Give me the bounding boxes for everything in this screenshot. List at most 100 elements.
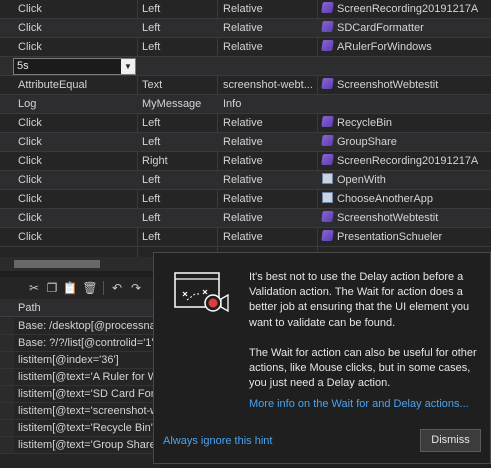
path-text: listitem[@text='Recycle Bin'] bbox=[18, 422, 156, 434]
action-type-cell[interactable]: Log bbox=[0, 95, 137, 113]
action-row[interactable]: Click Left Relative ScreenshotWebtestit bbox=[0, 209, 491, 228]
action-arg-cell[interactable]: Left bbox=[137, 114, 217, 132]
action-arg-cell[interactable]: Right bbox=[137, 152, 217, 170]
action-type-cell[interactable]: Click bbox=[0, 209, 137, 227]
action-target-cell[interactable]: PresentationSchueler bbox=[317, 228, 491, 246]
wait-for-illustration-icon bbox=[174, 272, 229, 313]
action-row[interactable]: Click Left Relative ARulerForWindows bbox=[0, 38, 491, 57]
target-label: ScreenshotWebtestit bbox=[337, 79, 439, 91]
path-text: listitem[@text='SD Card Form bbox=[18, 388, 160, 400]
action-type-cell[interactable]: Click bbox=[0, 19, 137, 37]
action-target-cell[interactable]: ScreenRecording20191217A bbox=[317, 152, 491, 170]
action-mode-cell[interactable]: Relative bbox=[217, 133, 317, 151]
action-mode-cell[interactable]: Relative bbox=[217, 19, 317, 37]
row-gutter bbox=[0, 369, 14, 385]
action-row[interactable]: Click Left Relative OpenWith bbox=[0, 171, 491, 190]
action-row[interactable]: Log MyMessage Info bbox=[0, 95, 491, 114]
action-mode-cell[interactable]: Relative bbox=[217, 209, 317, 227]
action-target-cell[interactable]: SDCardFormatter bbox=[317, 19, 491, 37]
action-mode-cell[interactable]: screenshot-webt... bbox=[217, 76, 317, 94]
path-row[interactable]: Base: /desktop[@processname bbox=[0, 318, 160, 335]
path-row[interactable]: listitem[@text='SD Card Form bbox=[0, 386, 160, 403]
action-arg-cell[interactable]: Left bbox=[137, 0, 217, 18]
scrollbar-thumb[interactable] bbox=[14, 260, 100, 268]
action-target-cell[interactable]: ChooseAnotherApp bbox=[317, 190, 491, 208]
delete-icon[interactable]: 🗑 bbox=[82, 280, 98, 296]
target-label: RecycleBin bbox=[337, 117, 393, 129]
action-target-cell[interactable] bbox=[317, 95, 491, 113]
path-column-header[interactable]: Path bbox=[18, 299, 41, 317]
action-arg-cell[interactable]: MyMessage bbox=[137, 95, 217, 113]
target-label: GroupShare bbox=[337, 136, 397, 148]
action-arg-cell[interactable]: Left bbox=[137, 190, 217, 208]
action-row[interactable]: Click Left Relative GroupShare bbox=[0, 133, 491, 152]
cut-icon[interactable]: ✂ bbox=[26, 280, 42, 296]
action-target-cell[interactable]: RecycleBin bbox=[317, 114, 491, 132]
path-text: Base: ?/?/list[@controlid='1'] bbox=[18, 337, 157, 349]
action-type-cell[interactable]: AttributeEqual bbox=[0, 76, 137, 94]
always-ignore-hint-link[interactable]: Always ignore this hint bbox=[163, 435, 272, 447]
path-table-header: Path bbox=[0, 299, 160, 317]
action-type-cell[interactable]: Click bbox=[0, 114, 137, 132]
action-arg-cell[interactable]: Left bbox=[137, 228, 217, 246]
action-mode-cell[interactable]: Relative bbox=[217, 114, 317, 132]
more-info-link[interactable]: More info on the Wait for and Delay acti… bbox=[249, 398, 469, 410]
path-text: listitem[@index='36'] bbox=[18, 354, 119, 366]
path-row[interactable]: Base: ?/?/list[@controlid='1'] bbox=[0, 335, 160, 352]
action-type-cell[interactable]: Click bbox=[0, 38, 137, 56]
action-arg-cell[interactable]: Left bbox=[137, 19, 217, 37]
paste-icon[interactable]: 📋 bbox=[62, 280, 78, 296]
action-target-cell[interactable]: ScreenshotWebtestit bbox=[317, 209, 491, 227]
action-row[interactable]: Click Right Relative ScreenRecording2019121… bbox=[0, 152, 491, 171]
action-type-cell[interactable]: Click bbox=[0, 228, 137, 246]
dismiss-button[interactable]: Dismiss bbox=[420, 429, 481, 452]
action-row[interactable]: Click Left Relative ScreenRecording20191217… bbox=[0, 0, 491, 19]
action-row[interactable]: 5s ▼ bbox=[0, 57, 491, 76]
action-row[interactable]: Click Left Relative PresentationSchueler bbox=[0, 228, 491, 247]
action-type-cell[interactable]: Click bbox=[0, 133, 137, 151]
action-mode-cell[interactable]: Relative bbox=[217, 190, 317, 208]
action-target-cell[interactable]: ARulerForWindows bbox=[317, 38, 491, 56]
delay-duration-combobox[interactable]: 5s ▼ bbox=[13, 58, 136, 75]
path-row[interactable]: listitem[@text='Recycle Bin'] bbox=[0, 420, 160, 437]
action-mode-cell[interactable]: Relative bbox=[217, 228, 317, 246]
target-label: OpenWith bbox=[337, 174, 386, 186]
path-row[interactable]: listitem[@text='screenshot-w bbox=[0, 403, 160, 420]
action-type-cell[interactable]: Click bbox=[0, 190, 137, 208]
action-row[interactable]: Click Left Relative RecycleBin bbox=[0, 114, 491, 133]
action-mode-cell[interactable]: Info bbox=[217, 95, 317, 113]
action-type-cell[interactable]: Click bbox=[0, 152, 137, 170]
action-mode-cell[interactable]: Relative bbox=[217, 152, 317, 170]
action-target-cell[interactable]: OpenWith bbox=[317, 171, 491, 189]
action-mode-cell[interactable]: Relative bbox=[217, 38, 317, 56]
action-arg-cell[interactable]: Left bbox=[137, 38, 217, 56]
action-arg-cell[interactable]: Text bbox=[137, 76, 217, 94]
action-row[interactable]: Click Left Relative SDCardFormatter bbox=[0, 19, 491, 38]
action-target-cell[interactable]: GroupShare bbox=[317, 133, 491, 151]
action-mode-cell[interactable]: Relative bbox=[217, 171, 317, 189]
action-type-cell[interactable]: Click bbox=[0, 0, 137, 18]
action-row[interactable]: AttributeEqual Text screenshot-webt... Scre… bbox=[0, 76, 491, 95]
chevron-down-icon[interactable]: ▼ bbox=[121, 59, 135, 74]
path-text: listitem[@text='A Ruler for W bbox=[18, 371, 159, 383]
row-gutter bbox=[0, 386, 14, 402]
action-type-cell[interactable]: Click bbox=[0, 171, 137, 189]
copy-icon[interactable]: ❐ bbox=[44, 280, 60, 296]
path-row[interactable]: listitem[@text='Group Share'] bbox=[0, 437, 160, 454]
row-gutter bbox=[0, 403, 14, 419]
target-label: ScreenRecording20191217A bbox=[337, 3, 479, 15]
action-row[interactable]: Click Left Relative ChooseAnotherApp bbox=[0, 190, 491, 209]
action-arg-cell[interactable]: Left bbox=[137, 209, 217, 227]
path-row[interactable]: listitem[@text='A Ruler for W bbox=[0, 369, 160, 386]
path-row[interactable]: listitem[@index='36'] bbox=[0, 352, 160, 369]
editor-toolbar: ✂ ❐ 📋 🗑 ↶ ↷ bbox=[0, 277, 160, 299]
action-target-cell[interactable]: ScreenRecording20191217A bbox=[317, 0, 491, 18]
redo-icon[interactable]: ↷ bbox=[128, 280, 144, 296]
action-arg-cell[interactable]: Left bbox=[137, 133, 217, 151]
action-target-cell[interactable]: ScreenshotWebtestit bbox=[317, 76, 491, 94]
action-arg-cell[interactable]: Left bbox=[137, 171, 217, 189]
action-mode-cell[interactable]: Relative bbox=[217, 0, 317, 18]
window-icon bbox=[322, 192, 333, 203]
ui-element-icon bbox=[321, 21, 334, 32]
undo-icon[interactable]: ↶ bbox=[109, 280, 125, 296]
